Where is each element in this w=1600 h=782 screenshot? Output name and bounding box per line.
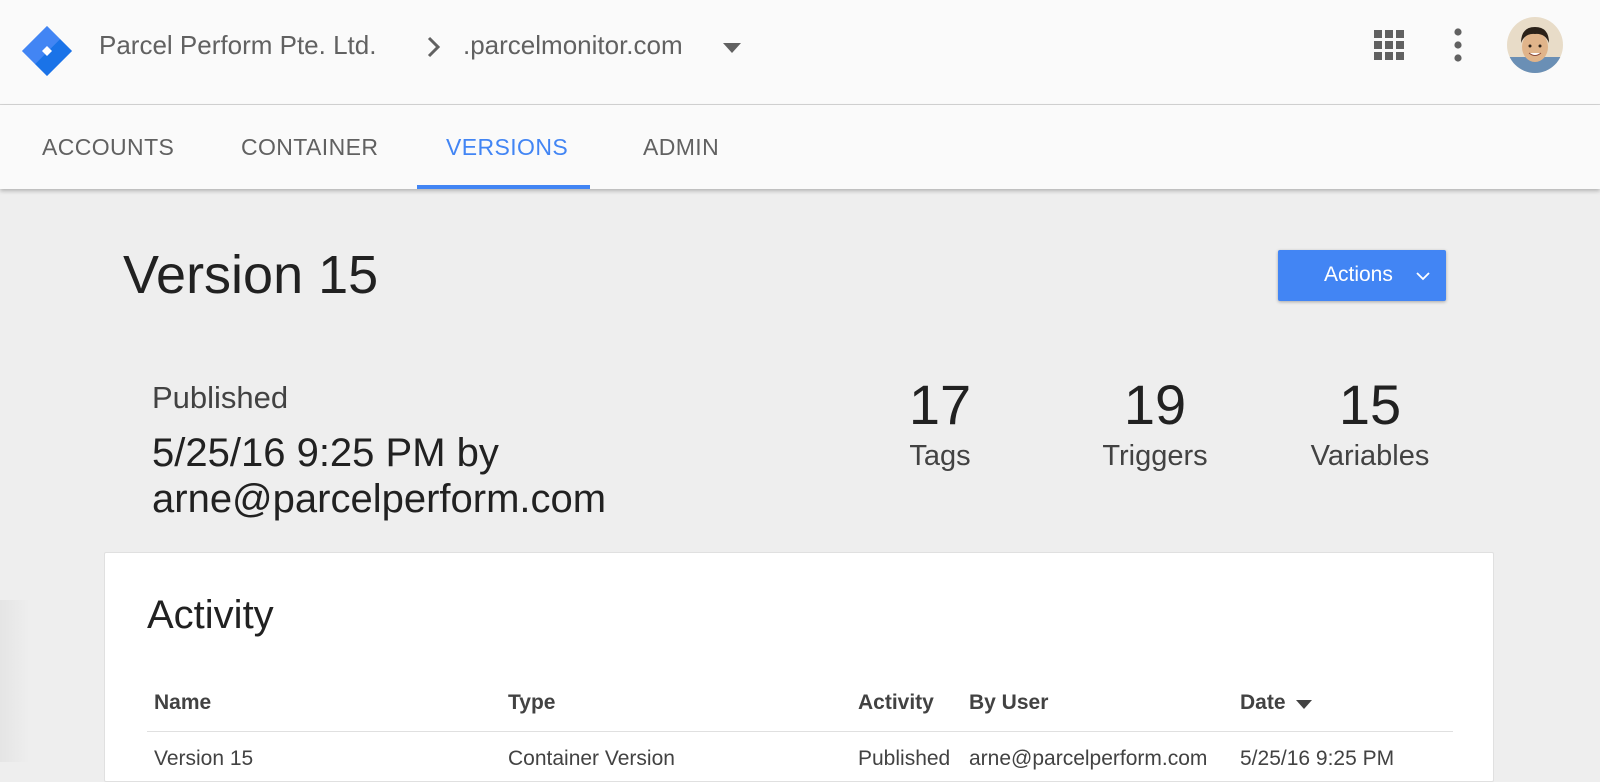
user-avatar-icon: [1507, 17, 1563, 73]
column-header-name[interactable]: Name: [154, 691, 211, 715]
column-header-date[interactable]: Date: [1240, 691, 1286, 715]
page-title: Version 15: [123, 245, 379, 305]
stat-triggers[interactable]: 19 Triggers: [1070, 370, 1240, 473]
tab-versions[interactable]: VERSIONS: [446, 105, 568, 189]
status-detail: 5/25/16 9:25 PM by arne@parcelperform.co…: [152, 431, 607, 521]
more-vert-icon[interactable]: [1448, 28, 1468, 62]
gtm-diamond-icon[interactable]: [20, 24, 74, 78]
chevron-down-icon: [1416, 272, 1430, 281]
edge-shadow: [0, 600, 30, 762]
actions-button-label: Actions: [1324, 263, 1393, 286]
chevron-right-icon: [427, 36, 441, 58]
activity-card: Activity Name Type Activity By User Date…: [104, 552, 1494, 782]
tab-admin[interactable]: ADMIN: [643, 105, 719, 189]
apps-grid-icon[interactable]: [1374, 30, 1404, 60]
table-header-divider: [147, 731, 1453, 732]
caret-down-icon[interactable]: [722, 42, 742, 54]
active-tab-indicator: [417, 185, 590, 189]
tab-container[interactable]: CONTAINER: [241, 105, 378, 189]
breadcrumb-account[interactable]: Parcel Perform Pte. Ltd.: [99, 30, 376, 61]
cell-name[interactable]: Version 15: [154, 747, 253, 771]
column-header-activity[interactable]: Activity: [858, 691, 934, 715]
activity-title: Activity: [147, 593, 274, 637]
stat-tags[interactable]: 17 Tags: [855, 370, 1025, 473]
stat-variables[interactable]: 15 Variables: [1285, 370, 1455, 473]
breadcrumb-container[interactable]: .parcelmonitor.com: [463, 30, 683, 61]
cell-activity: Published: [858, 747, 951, 770]
status-label: Published: [152, 380, 289, 415]
cell-by-user: arne@parcelperform.com: [969, 747, 1208, 770]
sort-descending-icon[interactable]: [1295, 699, 1313, 710]
stat-label: Variables: [1310, 440, 1430, 472]
cell-type: Container Version: [508, 747, 675, 770]
tab-bar: ACCOUNTS CONTAINER VERSIONS ADMIN: [0, 105, 1600, 189]
stat-label: Triggers: [1102, 440, 1208, 472]
tab-accounts[interactable]: ACCOUNTS: [42, 105, 174, 189]
stat-value: 15: [1338, 373, 1402, 436]
stat-label: Tags: [909, 440, 971, 472]
avatar[interactable]: [1507, 17, 1563, 73]
column-header-by-user[interactable]: By User: [969, 691, 1048, 715]
column-header-type[interactable]: Type: [508, 691, 555, 715]
top-app-bar: Parcel Perform Pte. Ltd. .parcelmonitor.…: [0, 0, 1600, 105]
actions-button[interactable]: Actions: [1278, 250, 1446, 301]
stat-value: 19: [1123, 373, 1187, 436]
stat-value: 17: [908, 373, 972, 436]
cell-date: 5/25/16 9:25 PM: [1240, 747, 1395, 770]
